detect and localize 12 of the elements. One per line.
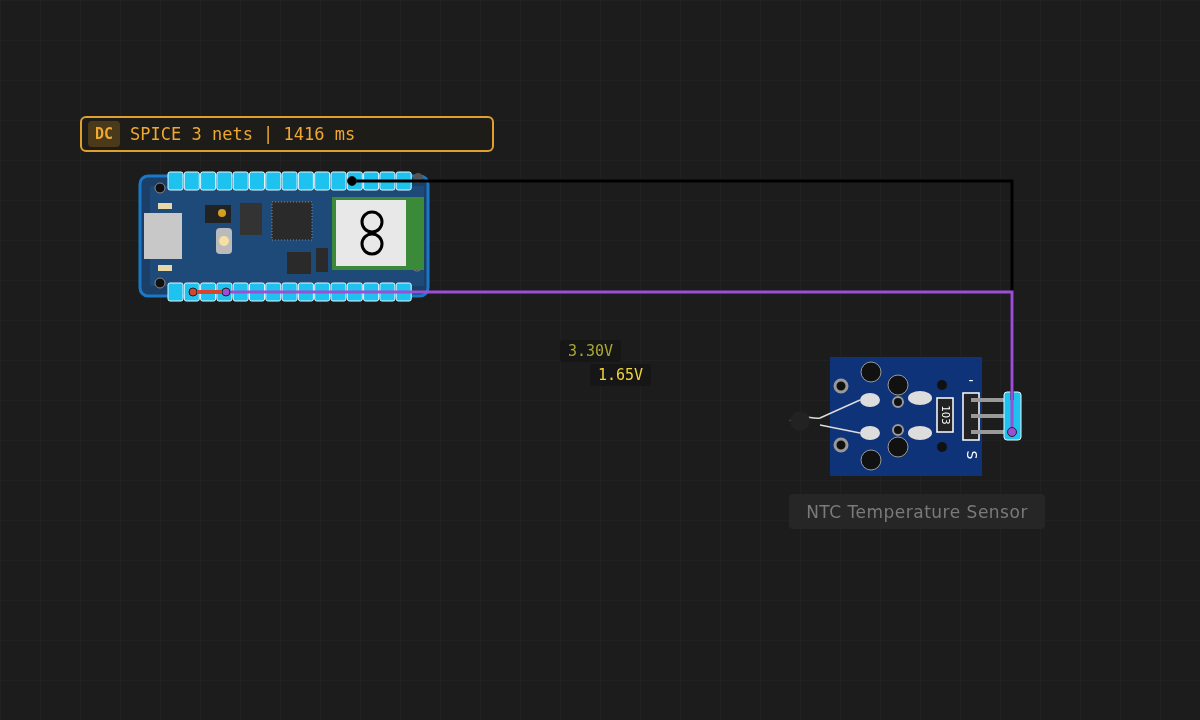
component-label: NTC Temperature Sensor (789, 494, 1045, 529)
wire-endpoint[interactable] (347, 176, 357, 186)
simulation-status-text: SPICE 3 nets | 1416 ms (130, 124, 356, 144)
silkscreen-label: - (968, 372, 974, 388)
silkscreen-label: S (964, 450, 980, 460)
voltage-probe-label: 1.65V (590, 364, 652, 386)
mode-badge: DC (88, 121, 121, 147)
voltage-probe-label: 3.30V (560, 340, 622, 362)
wire-endpoint[interactable] (1007, 427, 1017, 437)
wire-endpoint[interactable] (188, 287, 198, 297)
silkscreen-label: 103 (940, 405, 951, 425)
wire-endpoint[interactable] (221, 287, 231, 297)
